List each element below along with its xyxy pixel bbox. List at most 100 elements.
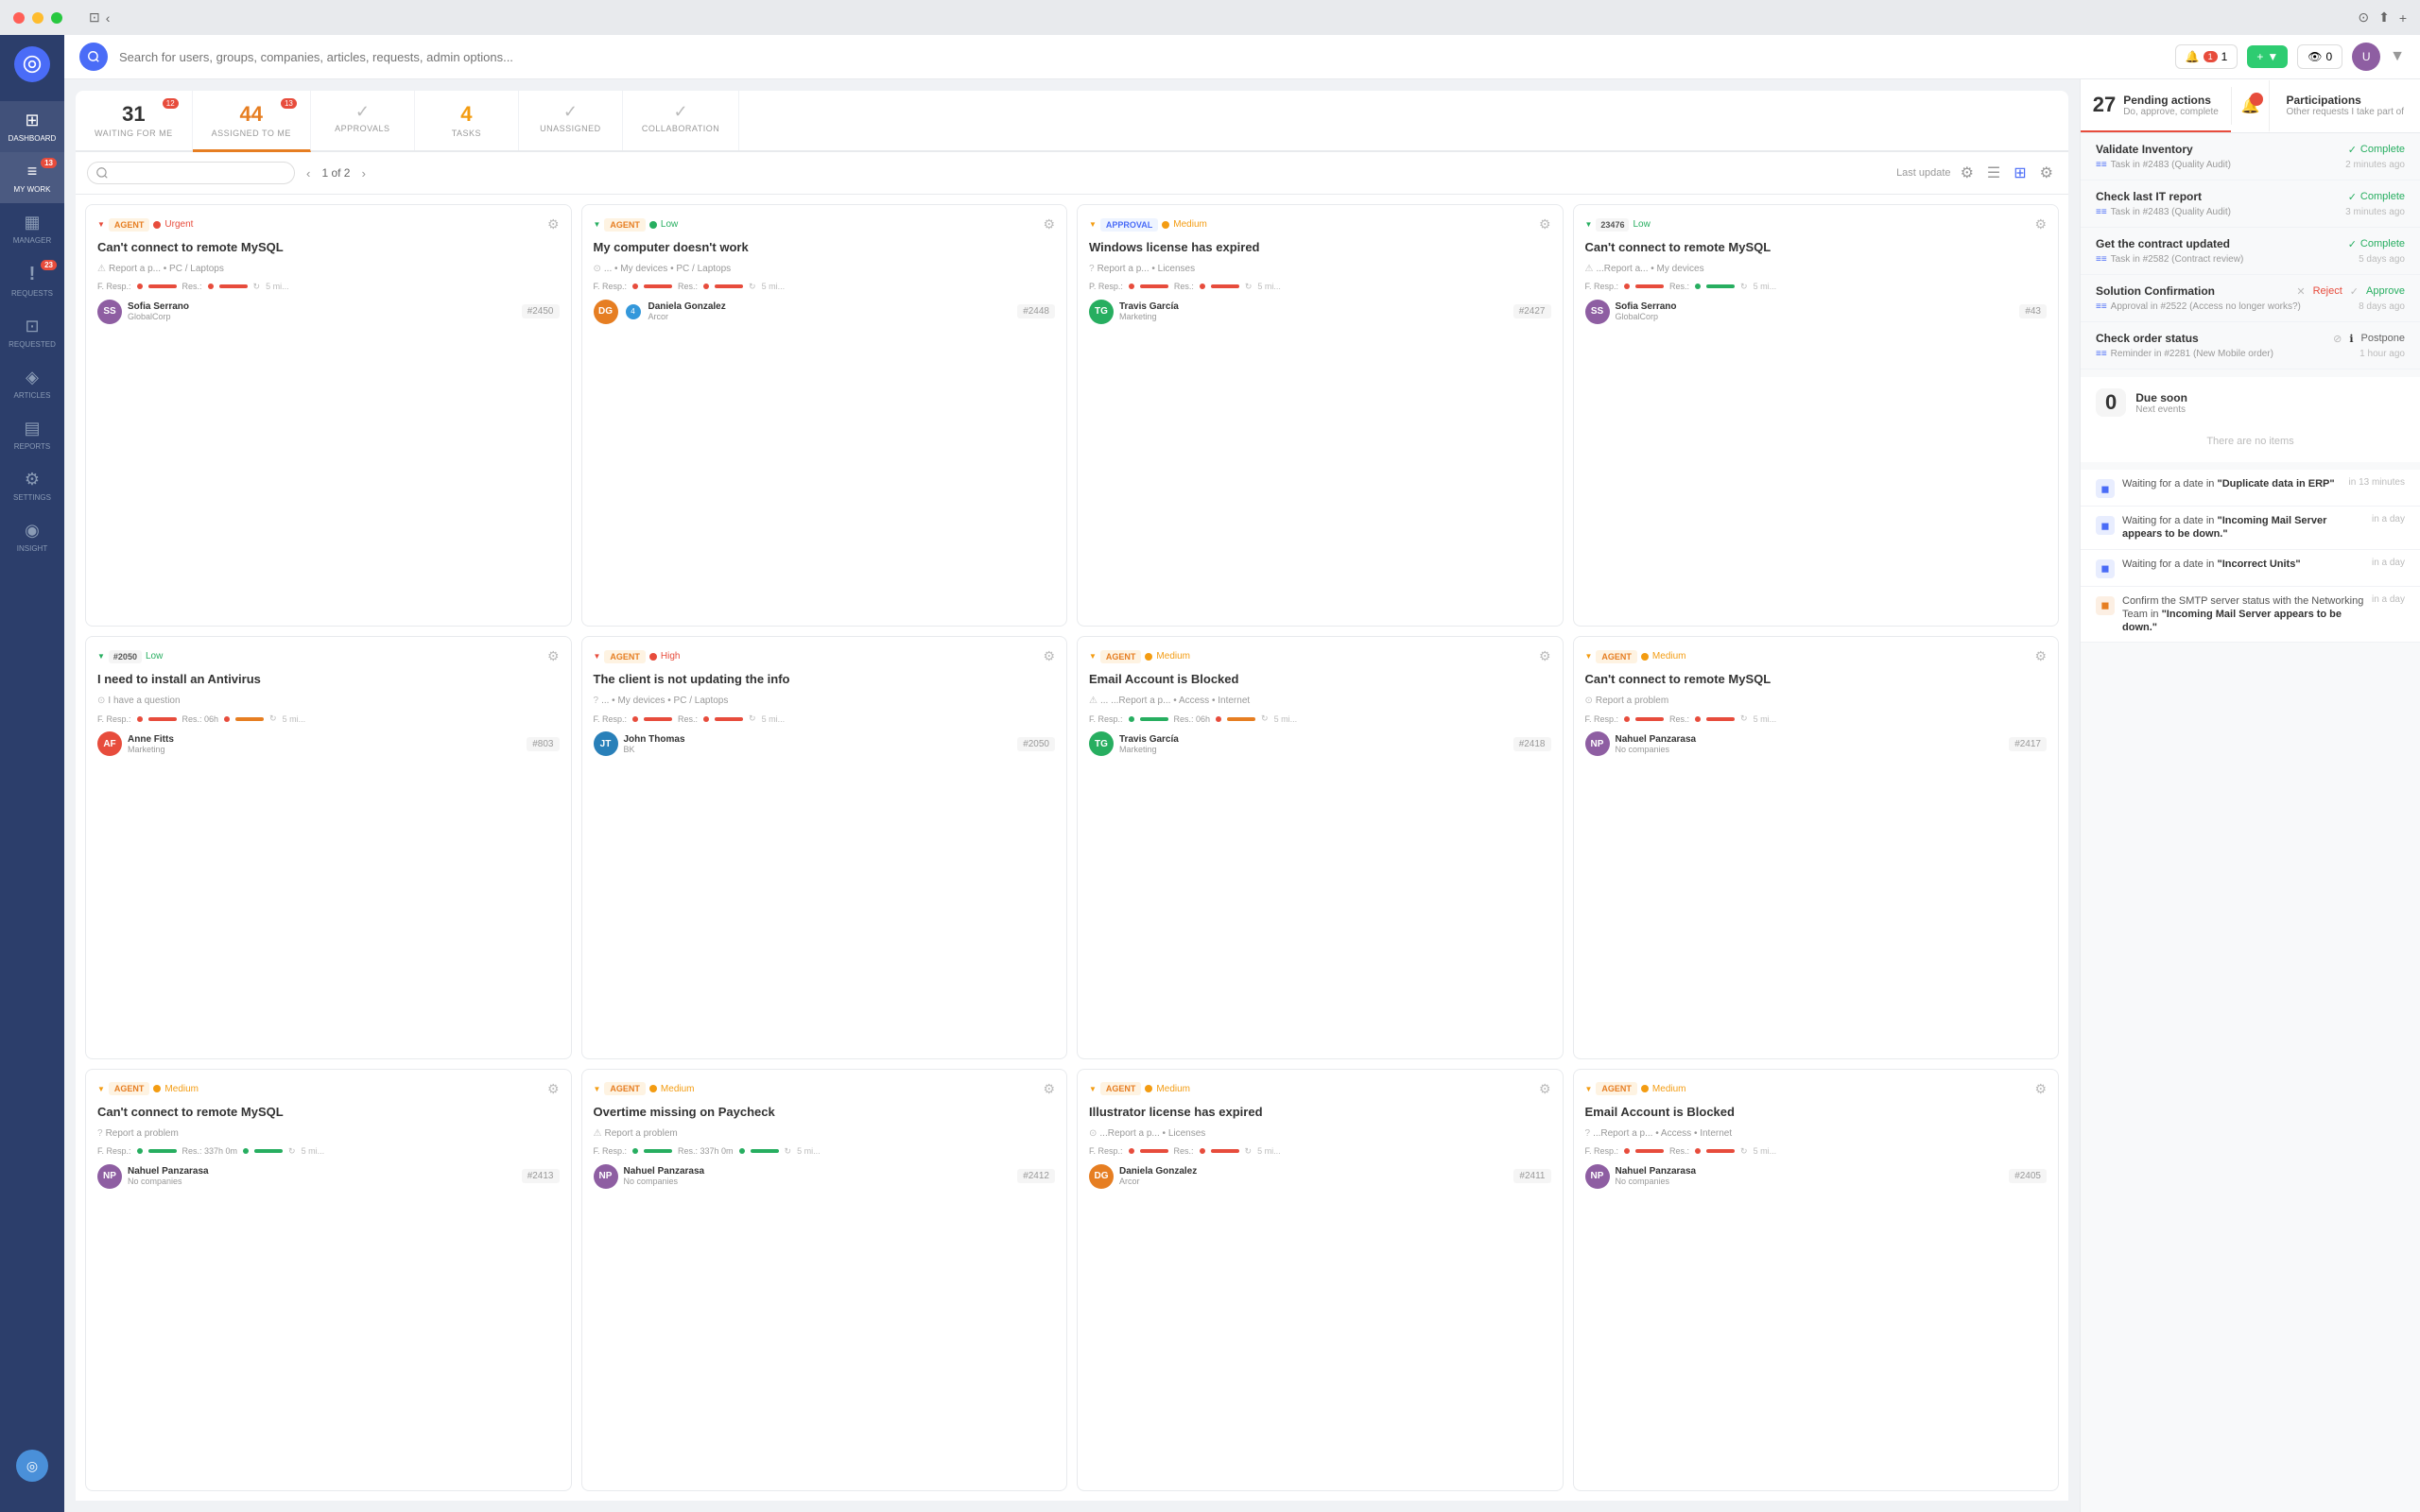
minimize-dot[interactable] bbox=[32, 12, 43, 24]
waiting-item-1[interactable]: ◼ Waiting for a date in "Incoming Mail S… bbox=[2081, 507, 2420, 550]
action-item-3[interactable]: Solution Confirmation ✕ Reject ✓ Approve… bbox=[2081, 275, 2420, 322]
card-settings-2[interactable]: ⚙ bbox=[1539, 216, 1551, 232]
sidebar-toggle-btn[interactable]: ⊡ bbox=[89, 9, 100, 26]
card-settings-7[interactable]: ⚙ bbox=[2034, 648, 2047, 664]
share-btn[interactable]: ⬆ bbox=[2378, 9, 2390, 26]
bell-badge bbox=[2250, 93, 2263, 106]
card-7[interactable]: ▼ AGENT Medium ⚙ Can't connect to remote… bbox=[1573, 636, 2060, 1058]
card-settings-11[interactable]: ⚙ bbox=[2034, 1081, 2047, 1097]
prev-page-btn[interactable]: ‹ bbox=[302, 163, 314, 184]
next-page-btn[interactable]: › bbox=[357, 163, 369, 184]
back-btn[interactable]: ‹ bbox=[106, 9, 111, 26]
new-tab-btn[interactable]: + bbox=[2399, 10, 2407, 26]
user-avatar-topbar[interactable]: U bbox=[2352, 43, 2380, 71]
sidebar-item-requests[interactable]: ! REQUESTS 23 bbox=[0, 254, 64, 307]
card-9[interactable]: ▼ AGENT Medium ⚙ Overtime missing on Pay… bbox=[581, 1069, 1068, 1491]
path-icon-8: ? bbox=[97, 1128, 103, 1139]
card-id-9: #2412 bbox=[1017, 1169, 1055, 1183]
search-input[interactable] bbox=[119, 50, 2164, 64]
card-settings-6[interactable]: ⚙ bbox=[1539, 648, 1551, 664]
card-6[interactable]: ▼ AGENT Medium ⚙ Email Account is Blocke… bbox=[1077, 636, 1564, 1058]
waiting-item-0[interactable]: ◼ Waiting for a date in "Duplicate data … bbox=[2081, 470, 2420, 507]
card-settings-0[interactable]: ⚙ bbox=[547, 216, 560, 232]
path-icon-2: ? bbox=[1089, 264, 1095, 274]
card-8[interactable]: ▼ AGENT Medium ⚙ Can't connect to remote… bbox=[85, 1069, 572, 1491]
card-0[interactable]: ▼ AGENT Urgent ⚙ Can't connect to remote… bbox=[85, 204, 572, 627]
waiting-item-3[interactable]: ◼ Confirm the SMTP server status with th… bbox=[2081, 587, 2420, 644]
search-icon-btn[interactable] bbox=[79, 43, 108, 71]
card-5[interactable]: ▼ AGENT High ⚙ The client is not updatin… bbox=[581, 636, 1068, 1058]
last-update-label: Last update bbox=[1896, 167, 1951, 179]
tab-collaboration[interactable]: ✓ COLLABORATION bbox=[623, 91, 739, 150]
pagination-label: 1 of 2 bbox=[321, 166, 350, 180]
card-11[interactable]: ▼ AGENT Medium ⚙ Email Account is Blocke… bbox=[1573, 1069, 2060, 1491]
view-toggle-btn[interactable]: 👁 0 bbox=[2297, 44, 2342, 69]
card-settings-5[interactable]: ⚙ bbox=[1043, 648, 1055, 664]
sidebar-item-mywork[interactable]: ≡ MY WORK 13 bbox=[0, 152, 64, 203]
waiting-item-2[interactable]: ◼ Waiting for a date in "Incorrect Units… bbox=[2081, 550, 2420, 587]
card-settings-4[interactable]: ⚙ bbox=[547, 648, 560, 664]
card-metrics-1: F. Resp.: Res.: ↻ 5 mi... bbox=[594, 282, 1056, 292]
maximize-dot[interactable] bbox=[51, 12, 62, 24]
app-logo[interactable] bbox=[14, 46, 50, 82]
card-settings-9[interactable]: ⚙ bbox=[1043, 1081, 1055, 1097]
reject-btn-3[interactable]: Reject bbox=[2313, 285, 2342, 297]
tab-unassigned[interactable]: ✓ UNASSIGNED bbox=[519, 91, 623, 150]
requested-icon: ⊡ bbox=[25, 317, 39, 336]
res-label-4: Res.: 06h bbox=[182, 714, 219, 724]
sidebar-item-manager[interactable]: ▦ MANAGER bbox=[0, 203, 64, 254]
settings-btn[interactable]: ⚙ bbox=[2036, 160, 2057, 186]
tab-waiting[interactable]: 12 31 WAITING FOR ME bbox=[76, 91, 193, 150]
action-item-0[interactable]: Validate Inventory ✓ Complete ≡≡ Task in… bbox=[2081, 133, 2420, 180]
card-search-input[interactable] bbox=[87, 162, 295, 184]
notification-btn[interactable]: 🔔 1 1 bbox=[2175, 44, 2238, 69]
user-info-11: Nahuel Panzarasa No companies bbox=[1616, 1166, 1697, 1186]
card-settings-3[interactable]: ⚙ bbox=[2034, 216, 2047, 232]
panel-tab-participations[interactable]: Participations Other requests I take par… bbox=[2269, 80, 2420, 132]
tab-assigned[interactable]: 13 44 ASSIGNED TO ME bbox=[193, 91, 311, 152]
card-header-10: ▼ AGENT Medium ⚙ bbox=[1089, 1081, 1551, 1097]
card-10[interactable]: ▼ AGENT Medium ⚙ Illustrator license has… bbox=[1077, 1069, 1564, 1491]
plus-btn[interactable]: + ▼ bbox=[2247, 45, 2288, 68]
card-settings-1[interactable]: ⚙ bbox=[1043, 216, 1055, 232]
grid-view-btn[interactable]: ⊞ bbox=[2010, 160, 2030, 186]
sidebar-label-mywork: MY WORK bbox=[14, 185, 51, 194]
sidebar-item-requested[interactable]: ⊡ REQUESTED bbox=[0, 307, 64, 358]
fresp-dot-1 bbox=[632, 284, 638, 289]
card-1[interactable]: ▼ AGENT Low ⚙ My computer doesn't work ⊙… bbox=[581, 204, 1068, 627]
action-item-2[interactable]: Get the contract updated ✓ Complete ≡≡ T… bbox=[2081, 228, 2420, 275]
sidebar-item-reports[interactable]: ▤ REPORTS bbox=[0, 409, 64, 460]
user-info-2: Travis García Marketing bbox=[1119, 301, 1179, 321]
user-company-8: No companies bbox=[128, 1177, 209, 1186]
postpone-btn-4[interactable]: Postpone bbox=[2361, 333, 2405, 344]
list-view-btn[interactable]: ☰ bbox=[1983, 160, 2004, 186]
sidebar-item-help[interactable]: ◎ bbox=[16, 1440, 48, 1491]
fresp-bar-10 bbox=[1140, 1149, 1168, 1153]
action-item-1[interactable]: Check last IT report ✓ Complete ≡≡ Task … bbox=[2081, 180, 2420, 228]
filter-btn[interactable]: ⚙ bbox=[1957, 160, 1978, 186]
priority-dot-0 bbox=[153, 221, 161, 229]
tab-approvals[interactable]: ✓ APPROVALS bbox=[311, 91, 415, 150]
sidebar-item-settings[interactable]: ⚙ SETTINGS bbox=[0, 460, 64, 511]
card-type-10: AGENT bbox=[1100, 1082, 1142, 1095]
panel-tab-pending[interactable]: 27 Pending actions Do, approve, complete bbox=[2081, 79, 2231, 132]
path-icon-6: ⚠ bbox=[1089, 696, 1098, 706]
priority-dot-6 bbox=[1145, 653, 1152, 661]
action-item-4[interactable]: Check order status ⊘ ℹ Postpone ≡≡ Remin… bbox=[2081, 322, 2420, 369]
card-metrics-4: F. Resp.: Res.: 06h ↻ 5 mi... bbox=[97, 713, 560, 724]
tab-tasks[interactable]: 4 TASKS bbox=[415, 91, 519, 150]
card-2[interactable]: ▼ APPROVAL Medium ⚙ Windows license has … bbox=[1077, 204, 1564, 627]
card-settings-8[interactable]: ⚙ bbox=[547, 1081, 560, 1097]
approve-btn-3[interactable]: Approve bbox=[2366, 285, 2405, 297]
user-menu-icon[interactable]: ▼ bbox=[2390, 48, 2405, 65]
sidebar-item-dashboard[interactable]: ⊞ DASHBOARD bbox=[0, 101, 64, 152]
card-settings-10[interactable]: ⚙ bbox=[1539, 1081, 1551, 1097]
close-dot[interactable] bbox=[13, 12, 25, 24]
card-user-1: DG 4 Daniela Gonzalez Arcor bbox=[594, 300, 726, 324]
card-3[interactable]: ▼ 23476 Low ⚙ Can't connect to remote My… bbox=[1573, 204, 2060, 627]
download-btn[interactable]: ⊙ bbox=[2358, 9, 2369, 26]
sidebar-item-insight[interactable]: ◉ INSIGHT bbox=[0, 511, 64, 562]
card-4[interactable]: ▼ #2050 Low ⚙ I need to install an Antiv… bbox=[85, 636, 572, 1058]
sidebar-item-articles[interactable]: ◈ ARTICLES bbox=[0, 358, 64, 409]
bell-icon[interactable]: 🔔 bbox=[2241, 96, 2260, 115]
